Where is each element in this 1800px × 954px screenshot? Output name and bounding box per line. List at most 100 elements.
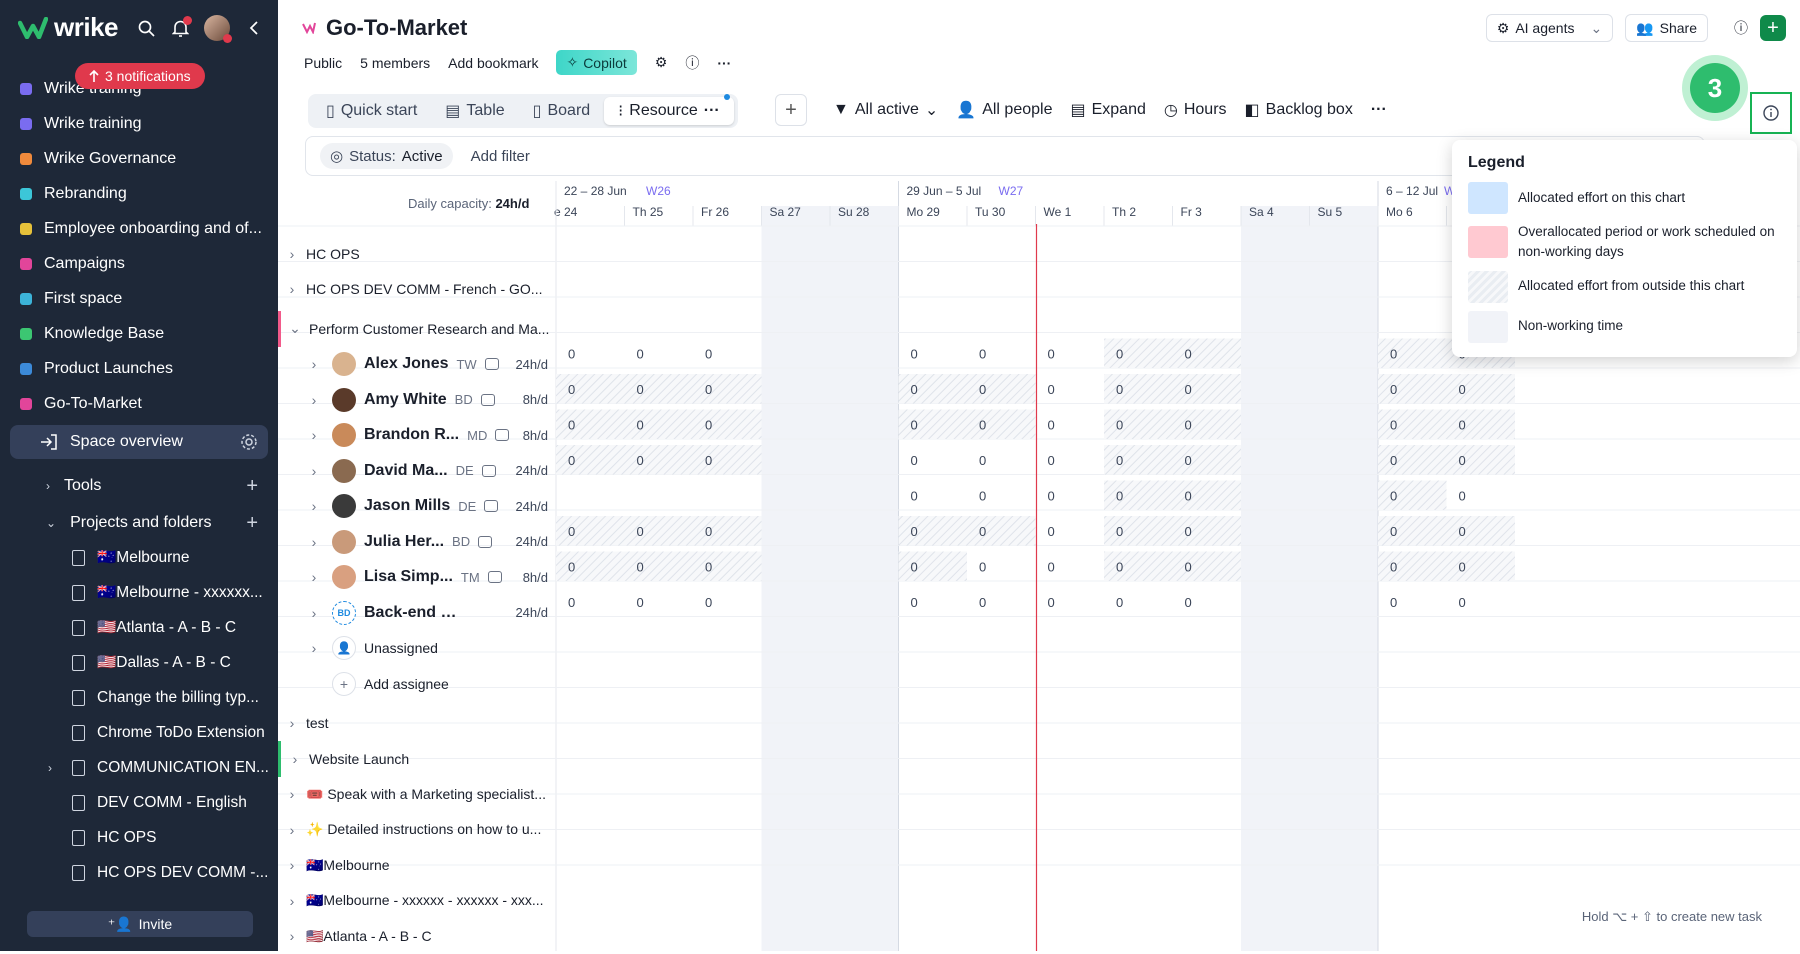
- profile-icon[interactable]: [488, 571, 502, 583]
- person-row[interactable]: ›Brandon R...MD8h/d: [278, 418, 556, 454]
- tab-table[interactable]: ▤Table: [431, 97, 518, 125]
- outside-allocation-cell: [1173, 339, 1242, 369]
- group-row[interactable]: ›Website Launch: [278, 741, 556, 777]
- project-item[interactable]: ›COMMUNICATION EN...: [0, 750, 278, 785]
- space-item[interactable]: Campaigns: [0, 246, 278, 281]
- wrike-logo[interactable]: wrike: [18, 12, 118, 43]
- project-item[interactable]: 🇺🇸Atlanta - A - B - C: [0, 610, 278, 645]
- tab-board[interactable]: ▯Board: [519, 97, 605, 125]
- space-overview-item[interactable]: Space overview: [10, 425, 268, 459]
- outside-allocation-cell: [625, 374, 694, 404]
- allocation-value: 0: [705, 382, 712, 397]
- allocation-value: 0: [1459, 488, 1466, 503]
- tab-quick-start[interactable]: ▯Quick start: [312, 97, 431, 125]
- project-item[interactable]: DEV COMM - English: [0, 785, 278, 820]
- add-project-icon[interactable]: +: [246, 512, 258, 535]
- profile-icon[interactable]: [484, 500, 498, 512]
- space-item[interactable]: Product Launches: [0, 351, 278, 386]
- person-row[interactable]: ›Amy WhiteBD8h/d: [278, 382, 556, 418]
- profile-icon[interactable]: [495, 429, 509, 441]
- projects-folders-item[interactable]: ⌄Projects and folders+: [0, 506, 278, 540]
- collapse-sidebar-icon[interactable]: [244, 18, 264, 38]
- group-row[interactable]: ›🇦🇺Melbourne - xxxxxx - xxxxxx - xxx...: [278, 883, 556, 919]
- all-active-filter[interactable]: ▼All active⌄: [833, 100, 938, 120]
- ai-agents-button[interactable]: ⚙AI agents⌄: [1486, 14, 1613, 42]
- group-row[interactable]: ›HC OPS: [278, 236, 556, 272]
- all-people-filter[interactable]: 👤All people: [956, 100, 1052, 120]
- space-item[interactable]: Wrike Governance: [0, 141, 278, 176]
- person-row[interactable]: ›David Ma...DE24h/d: [278, 453, 556, 489]
- hours-button[interactable]: ◷Hours: [1164, 100, 1227, 120]
- profile-icon[interactable]: [482, 465, 496, 477]
- project-item[interactable]: HC OPS DEV COMM -...: [0, 855, 278, 890]
- filter-icon: ▼: [833, 101, 849, 119]
- add-tool-icon[interactable]: +: [246, 475, 258, 498]
- add-filter-button[interactable]: Add filter: [471, 148, 530, 165]
- settings-icon[interactable]: ⚙: [655, 54, 668, 71]
- unassigned-row[interactable]: ›👤Unassigned: [278, 631, 556, 667]
- project-item[interactable]: Chrome ToDo Extension: [0, 715, 278, 750]
- add-view-button[interactable]: +: [775, 94, 807, 126]
- info-icon[interactable]: ⓘ: [685, 53, 699, 73]
- invite-button[interactable]: ⁺👤Invite: [27, 911, 253, 937]
- gear-icon[interactable]: [240, 433, 258, 451]
- space-item[interactable]: Employee onboarding and of...: [0, 211, 278, 246]
- person-row[interactable]: ›BDBack-end Devel...24h/d: [278, 595, 556, 631]
- help-icon[interactable]: ⓘ: [1734, 18, 1748, 38]
- avatar: [332, 530, 356, 554]
- user-avatar[interactable]: [204, 15, 230, 41]
- members-link[interactable]: 5 members: [360, 55, 430, 71]
- person-row[interactable]: ›Lisa Simp...TM8h/d: [278, 560, 556, 596]
- group-row[interactable]: ›✨ Detailed instructions on how to u...: [278, 812, 556, 848]
- space-icon: [20, 293, 32, 305]
- group-row-expanded[interactable]: ⌄Perform Customer Research and Ma...: [278, 311, 556, 347]
- more-icon[interactable]: ···: [717, 55, 731, 71]
- profile-icon[interactable]: [481, 394, 495, 406]
- project-item[interactable]: 🇺🇸Dallas - A - B - C: [0, 645, 278, 680]
- profile-icon[interactable]: [485, 358, 499, 370]
- chevron-down-icon[interactable]: ⌄: [1590, 20, 1602, 37]
- space-icon: [20, 188, 32, 200]
- tab-resource[interactable]: ⁝Resource···: [604, 97, 734, 125]
- project-item[interactable]: 🇦🇺Melbourne - xxxxxx...: [0, 575, 278, 610]
- legend-info-button[interactable]: [1750, 92, 1792, 134]
- toolbar-more-icon[interactable]: ···: [1371, 101, 1387, 119]
- profile-icon[interactable]: [478, 536, 492, 548]
- add-assignee-row[interactable]: +Add assignee: [278, 666, 556, 702]
- bell-icon[interactable]: [170, 18, 190, 38]
- status-filter-chip[interactable]: ◎Status:Active: [320, 143, 453, 169]
- search-icon[interactable]: [136, 18, 156, 38]
- allocation-value: 0: [1390, 453, 1397, 468]
- space-item[interactable]: Knowledge Base: [0, 316, 278, 351]
- space-item[interactable]: Rebranding: [0, 176, 278, 211]
- project-item[interactable]: Change the billing typ...: [0, 680, 278, 715]
- group-row[interactable]: ›🇦🇺Melbourne: [278, 848, 556, 884]
- person-row[interactable]: ›Jason MillsDE24h/d: [278, 489, 556, 525]
- create-new-button[interactable]: +: [1760, 15, 1786, 41]
- legend-popover: Legend Allocated effort on this chart Ov…: [1452, 140, 1797, 357]
- person-row[interactable]: ›Alex JonesTW24h/d: [278, 347, 556, 383]
- person-row[interactable]: ›Julia Her...BD24h/d: [278, 524, 556, 560]
- project-label: Change the billing typ...: [97, 689, 259, 707]
- outside-allocation-cell: [625, 516, 694, 546]
- project-item[interactable]: 🇦🇺Melbourne: [0, 540, 278, 575]
- group-row[interactable]: ›HC OPS DEV COMM - French - GO...: [278, 272, 556, 308]
- share-button[interactable]: 👥Share: [1625, 14, 1708, 42]
- weekend-column: [1310, 206, 1379, 951]
- space-item[interactable]: Go-To-Market: [0, 386, 278, 421]
- notifications-badge[interactable]: 3 notifications: [75, 63, 205, 89]
- tab-more-icon[interactable]: ···: [704, 102, 720, 120]
- backlog-box-button[interactable]: ◧Backlog box: [1245, 100, 1353, 120]
- visibility-link[interactable]: Public: [304, 55, 342, 71]
- space-item[interactable]: First space: [0, 281, 278, 316]
- group-row[interactable]: ›🎟️ Speak with a Marketing specialist...: [278, 777, 556, 813]
- expand-button[interactable]: ▤Expand: [1070, 100, 1145, 120]
- allocation-value: 0: [1390, 346, 1397, 361]
- project-item[interactable]: HC OPS: [0, 820, 278, 855]
- add-bookmark-link[interactable]: Add bookmark: [448, 55, 538, 71]
- group-row[interactable]: ›🇺🇸Atlanta - A - B - C: [278, 919, 556, 954]
- space-item[interactable]: Wrike training: [0, 106, 278, 141]
- copilot-button[interactable]: ✧Copilot: [556, 50, 636, 75]
- group-row[interactable]: ›test: [278, 706, 556, 742]
- tools-item[interactable]: ›Tools+: [0, 469, 278, 503]
